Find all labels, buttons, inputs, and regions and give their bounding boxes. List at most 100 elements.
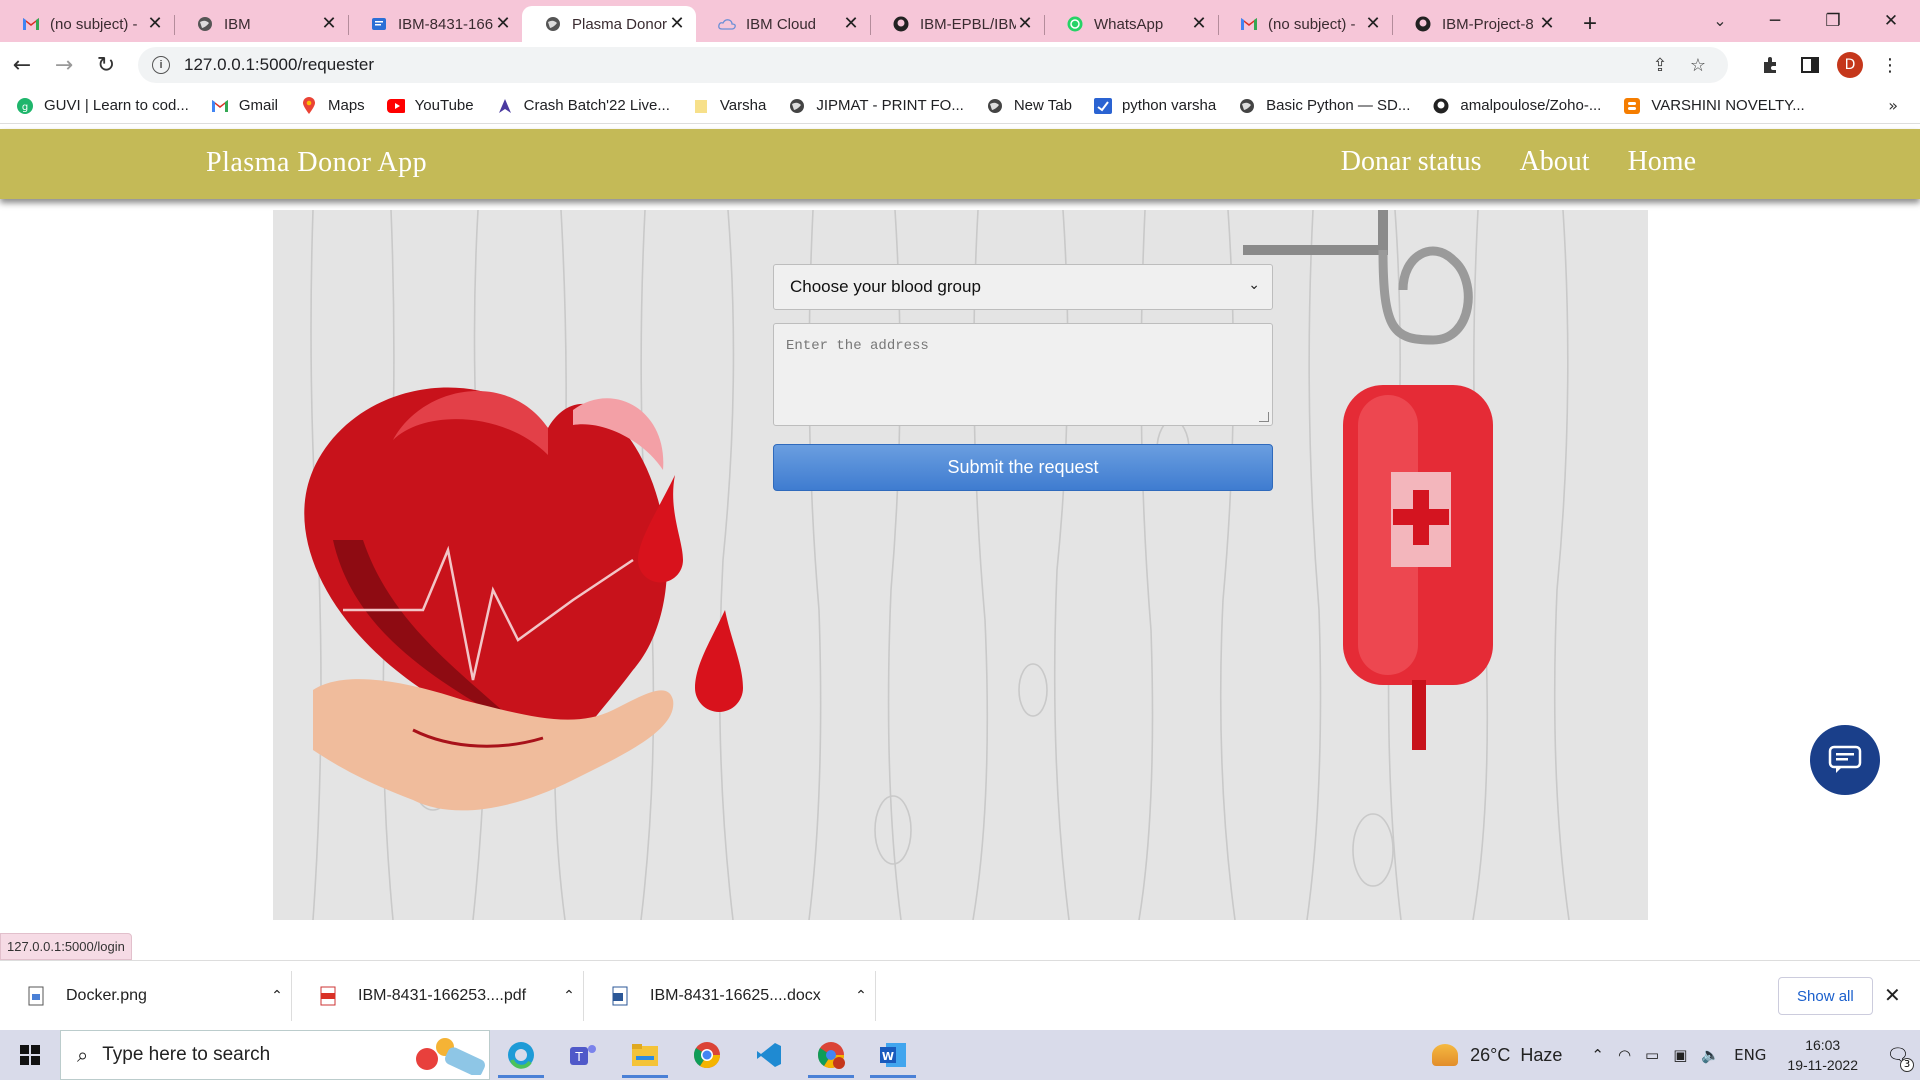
forward-button[interactable]: →: [44, 47, 84, 83]
tab-ibm-cloud[interactable]: IBM Cloud ✕: [696, 6, 870, 42]
system-tray: 26°C Haze ⌃ ◠ ▭ ▣ 🔈 ENG 16:03 19-11-2022…: [1432, 1030, 1920, 1080]
submit-request-button[interactable]: Submit the request: [773, 444, 1273, 491]
bookmark-item[interactable]: Varsha: [692, 97, 766, 115]
menu-kebab-icon[interactable]: ⋮: [1870, 47, 1910, 83]
github-icon: [1432, 97, 1450, 115]
tab-github-epbl[interactable]: IBM-EPBL/IBM ✕: [870, 6, 1044, 42]
tab-gmail-1[interactable]: (no subject) - ✕: [0, 6, 174, 42]
address-placeholder: Enter the address: [786, 338, 929, 354]
bookmark-item[interactable]: JIPMAT - PRINT FO...: [788, 97, 964, 115]
bookmark-item[interactable]: Maps: [300, 96, 365, 115]
windows-start-icon[interactable]: [0, 1030, 60, 1080]
close-icon[interactable]: ✕: [842, 15, 860, 33]
taskbar-search-box[interactable]: ⌕ Type here to search: [60, 1030, 490, 1080]
meet-now-icon[interactable]: ▣: [1673, 1046, 1687, 1064]
tab-plasma-donor[interactable]: Plasma Donor ✕: [522, 6, 696, 42]
weather-widget[interactable]: 26°C Haze: [1432, 1044, 1562, 1066]
close-icon[interactable]: ✕: [1364, 15, 1382, 33]
taskbar-search-placeholder: Type here to search: [102, 1044, 271, 1065]
close-icon[interactable]: ✕: [668, 15, 686, 33]
download-item[interactable]: Docker.png ⌃: [0, 961, 292, 1031]
close-icon[interactable]: ✕: [494, 15, 512, 33]
system-clock[interactable]: 16:03 19-11-2022: [1787, 1035, 1858, 1075]
chevron-down-icon: ⌄: [1248, 277, 1260, 293]
download-item[interactable]: IBM-8431-16625....docx ⌃: [584, 961, 876, 1031]
tab-search-chevron-icon[interactable]: ⌄: [1700, 0, 1740, 40]
reload-button[interactable]: ↻: [86, 47, 126, 83]
word-app-icon[interactable]: W: [862, 1030, 924, 1080]
language-indicator[interactable]: ENG: [1734, 1046, 1766, 1064]
vscode-app-icon[interactable]: [738, 1030, 800, 1080]
side-panel-icon[interactable]: [1790, 47, 1830, 83]
bookmark-label: YouTube: [414, 97, 474, 114]
wifi-icon[interactable]: ◠: [1618, 1046, 1631, 1064]
close-icon[interactable]: ✕: [1016, 15, 1034, 33]
bookmark-label: Varsha: [719, 97, 767, 114]
avatar[interactable]: D: [1837, 52, 1863, 78]
bookmark-item[interactable]: Crash Batch'22 Live...: [496, 97, 670, 115]
tab-title: IBM: [224, 15, 251, 33]
close-icon[interactable]: ✕: [146, 15, 164, 33]
battery-icon[interactable]: ▭: [1645, 1046, 1659, 1064]
globe-icon: [986, 97, 1004, 115]
share-icon[interactable]: ⇪: [1644, 49, 1676, 81]
new-tab-button[interactable]: +: [1570, 6, 1610, 42]
extensions-icon[interactable]: [1750, 47, 1790, 83]
tray-overflow-chevron-icon[interactable]: ⌃: [1591, 1046, 1604, 1064]
app-brand[interactable]: Plasma Donor App: [206, 147, 427, 179]
nav-donar-status[interactable]: Donar status: [1341, 146, 1482, 178]
resize-handle[interactable]: [1259, 412, 1269, 422]
doc-icon: [370, 15, 388, 33]
tab-gmail-2[interactable]: (no subject) - ✕: [1218, 6, 1392, 42]
back-button[interactable]: ←: [2, 47, 42, 83]
chat-widget-button[interactable]: [1810, 725, 1880, 795]
chrome-profile-app-icon[interactable]: [800, 1030, 862, 1080]
edge-app-icon[interactable]: [490, 1030, 552, 1080]
bookmark-item[interactable]: VARSHINI NOVELTY...: [1623, 97, 1805, 115]
tab-github-project[interactable]: IBM-Project-8 ✕: [1392, 6, 1566, 42]
minimize-button[interactable]: ─: [1746, 0, 1804, 42]
close-icon[interactable]: ✕: [320, 15, 338, 33]
gmail-icon: [211, 97, 229, 115]
tab-ibm[interactable]: IBM ✕: [174, 6, 348, 42]
clock-date: 19-11-2022: [1787, 1057, 1858, 1073]
bookmarks-overflow-icon[interactable]: »: [1888, 96, 1898, 115]
close-icon[interactable]: ✕: [1190, 15, 1208, 33]
bookmark-item[interactable]: New Tab: [986, 97, 1072, 115]
nav-home[interactable]: Home: [1628, 146, 1696, 178]
chevron-up-icon[interactable]: ⌃: [846, 988, 876, 1004]
blood-group-select[interactable]: Choose your blood group ⌄: [773, 264, 1273, 310]
bookmark-star-icon[interactable]: ☆: [1682, 49, 1714, 81]
volume-icon[interactable]: 🔈: [1701, 1046, 1720, 1064]
chrome-app-icon[interactable]: [676, 1030, 738, 1080]
bookmark-item[interactable]: amalpoulose/Zoho-...: [1432, 97, 1601, 115]
bookmark-item[interactable]: Basic Python — SD...: [1238, 97, 1410, 115]
close-icon[interactable]: ✕: [1538, 15, 1556, 33]
chevron-up-icon[interactable]: ⌃: [554, 988, 584, 1004]
download-item[interactable]: IBM-8431-166253....pdf ⌃: [292, 961, 584, 1031]
bookmark-item[interactable]: Gmail: [211, 97, 278, 115]
bookmark-item[interactable]: python varsha: [1093, 97, 1216, 115]
address-textarea[interactable]: Enter the address: [773, 323, 1273, 426]
pdf-file-icon: [318, 985, 338, 1007]
close-downloads-icon[interactable]: ✕: [1884, 983, 1901, 1007]
notification-center-icon[interactable]: 🗨 3: [1876, 1030, 1920, 1080]
restore-button[interactable]: ❐: [1804, 0, 1862, 42]
chevron-up-icon[interactable]: ⌃: [262, 988, 292, 1004]
teams-app-icon[interactable]: T: [552, 1030, 614, 1080]
tab-title: WhatsApp: [1094, 15, 1164, 33]
app-navbar: Plasma Donor App Donar status About Home: [0, 129, 1920, 199]
bookmark-item[interactable]: YouTube: [386, 97, 474, 115]
address-bar[interactable]: i 127.0.0.1:5000/requester ⇪ ☆: [138, 47, 1728, 83]
clock-time: 16:03: [1805, 1037, 1841, 1053]
site-info-icon[interactable]: i: [152, 56, 170, 74]
file-explorer-icon[interactable]: [614, 1030, 676, 1080]
show-all-downloads-button[interactable]: Show all: [1778, 977, 1873, 1015]
nav-about[interactable]: About: [1520, 146, 1590, 178]
bookmark-item[interactable]: g GUVI | Learn to cod...: [16, 97, 189, 115]
heart-in-hand-illustration: [304, 387, 743, 811]
window-close-button[interactable]: ✕: [1862, 0, 1920, 42]
tab-whatsapp[interactable]: WhatsApp ✕: [1044, 6, 1218, 42]
tab-ibm-doc[interactable]: IBM-8431-166 ✕: [348, 6, 522, 42]
url-text[interactable]: 127.0.0.1:5000/requester: [184, 55, 1638, 75]
